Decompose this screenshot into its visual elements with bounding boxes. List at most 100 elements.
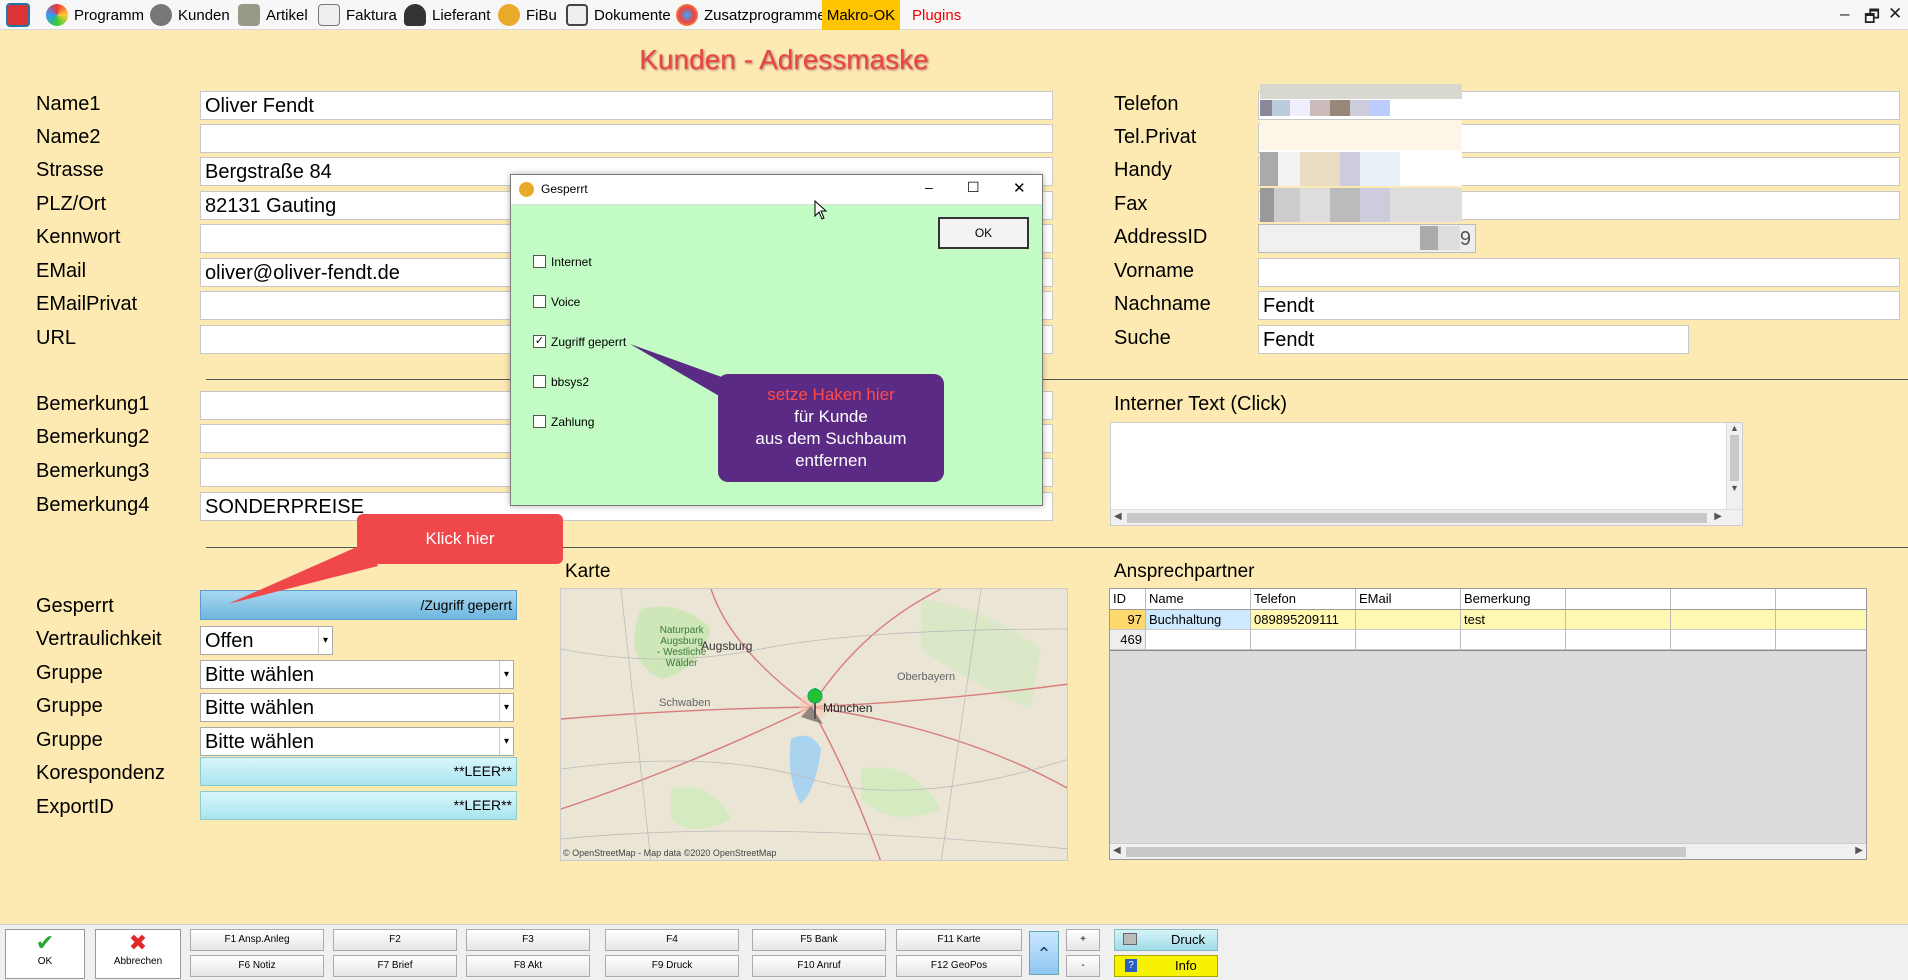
f11-button[interactable]: F11 Karte: [896, 929, 1022, 951]
col-header-telefon[interactable]: Telefon: [1251, 589, 1356, 610]
f8-button[interactable]: F8 Akt: [466, 955, 590, 977]
bottom-toolbar: ✔ OK ✖ Abbrechen F1 Ansp.Anleg F2 F3 F4 …: [0, 924, 1908, 980]
nachname-field[interactable]: Fendt: [1258, 291, 1900, 320]
label-bemerkung2: Bemerkung2: [36, 426, 150, 448]
col-header-id[interactable]: ID: [1110, 589, 1146, 610]
menu-plugins[interactable]: Plugins: [912, 0, 961, 30]
horizontal-scrollbar[interactable]: ◀ ▶: [1110, 843, 1866, 859]
f3-button[interactable]: F3: [466, 929, 590, 951]
table-cell[interactable]: [1146, 630, 1251, 650]
col-header-name[interactable]: Name: [1146, 589, 1251, 610]
menu-faktura[interactable]: Faktura: [318, 0, 397, 30]
close-icon[interactable]: ✕: [1013, 179, 1026, 197]
blurred-handy: [1260, 152, 1462, 186]
menu-artikel[interactable]: Artikel: [238, 0, 308, 30]
minimize-icon[interactable]: –: [925, 179, 933, 195]
vertical-scrollbar[interactable]: ▲ ▼: [1726, 423, 1742, 510]
checkbox-voice[interactable]: [533, 295, 546, 308]
checkbox-internet[interactable]: [533, 255, 546, 268]
druck-button[interactable]: Druck: [1114, 929, 1218, 951]
menu-lieferant[interactable]: Lieferant: [404, 0, 490, 30]
minimize-icon[interactable]: –: [1840, 4, 1849, 24]
menu-fibu[interactable]: FiBu: [498, 0, 557, 30]
gruppe-select-2[interactable]: Bitte wählen ▾: [200, 693, 514, 722]
plus-button[interactable]: +: [1066, 929, 1100, 951]
col-header-empty-1[interactable]: [1566, 589, 1671, 610]
checkbox-bbsys2[interactable]: [533, 375, 546, 388]
menu-kunden[interactable]: Kunden: [150, 0, 230, 30]
col-header-bemerkung[interactable]: Bemerkung: [1461, 589, 1566, 610]
maximize-icon[interactable]: ☐: [967, 179, 980, 196]
f10-button[interactable]: F10 Anruf: [752, 955, 886, 977]
table-cell[interactable]: 089895209111: [1251, 610, 1356, 630]
gruppe-select-3[interactable]: Bitte wählen ▾: [200, 727, 514, 756]
table-cell[interactable]: [1461, 630, 1566, 650]
f9-button[interactable]: F9 Druck: [605, 955, 739, 977]
table-cell[interactable]: [1251, 630, 1356, 650]
f7-button[interactable]: F7 Brief: [333, 955, 457, 977]
label-strasse: Strasse: [36, 159, 104, 181]
chevron-down-icon: ▾: [318, 627, 332, 654]
menu-programm[interactable]: Programm: [46, 0, 144, 30]
minus-button[interactable]: -: [1066, 955, 1100, 977]
f6-button[interactable]: F6 Notiz: [190, 955, 324, 977]
table-cell[interactable]: [1566, 630, 1671, 650]
table-row[interactable]: 469: [1110, 630, 1146, 650]
f4-button[interactable]: F4: [605, 929, 739, 951]
label-fax: Fax: [1114, 193, 1148, 215]
table-cell[interactable]: [1776, 630, 1866, 650]
menu-dokumente[interactable]: Dokumente: [566, 0, 671, 30]
map[interactable]: Naturpark Augsburg - Westliche Wälder Augsb…: [560, 588, 1068, 861]
menu-bar: Programm Kunden Artikel Faktura Lieferan…: [0, 0, 1908, 30]
label-gruppe-3: Gruppe: [36, 729, 103, 751]
label-emailprivat: EMailPrivat: [36, 293, 138, 315]
col-header-email[interactable]: EMail: [1356, 589, 1461, 610]
abbrechen-button[interactable]: ✖ Abbrechen: [95, 929, 181, 979]
dialog-titlebar[interactable]: Gesperrt – ☐ ✕: [511, 175, 1042, 205]
map-attribution[interactable]: © OpenStreetMap - Map data ©2020 OpenStr…: [563, 848, 776, 858]
checkbox-zugriff-geperrt[interactable]: ✓: [533, 335, 546, 348]
col-header-empty-2[interactable]: [1671, 589, 1776, 610]
exportid-button[interactable]: **LEER**: [200, 791, 517, 820]
table-cell[interactable]: [1671, 630, 1776, 650]
dialog-ok-button[interactable]: OK: [938, 217, 1029, 249]
close-icon[interactable]: ✕: [1888, 4, 1902, 24]
interner-text-area[interactable]: ▲ ▼ ◀ ▶: [1110, 422, 1743, 526]
table-cell[interactable]: [1776, 610, 1866, 630]
restore-icon[interactable]: 🗗: [1864, 4, 1880, 33]
dialog-app-icon: [519, 182, 534, 197]
table-cell[interactable]: test: [1461, 610, 1566, 630]
menu-zusatzprogramme[interactable]: Zusatzprogramme: [676, 0, 826, 30]
ok-button[interactable]: ✔ OK: [5, 929, 85, 979]
table-cell[interactable]: [1356, 630, 1461, 650]
menu-makro-ok[interactable]: Makro-OK: [822, 0, 900, 30]
col-header-empty-3[interactable]: [1776, 589, 1866, 610]
info-button[interactable]: ? Info: [1114, 955, 1218, 977]
f5-button[interactable]: F5 Bank: [752, 929, 886, 951]
name1-field[interactable]: Oliver Fendt: [200, 91, 1053, 120]
chevron-down-icon: ▾: [499, 694, 513, 721]
f12-button[interactable]: F12 GeoPos: [896, 955, 1022, 977]
ansprechpartner-table[interactable]: ID Name Telefon EMail Bemerkung 97 Buchh…: [1109, 588, 1867, 860]
checkbox-zahlung[interactable]: [533, 415, 546, 428]
table-cell[interactable]: [1356, 610, 1461, 630]
f2-button[interactable]: F2: [333, 929, 457, 951]
suche-field[interactable]: Fendt: [1258, 325, 1689, 354]
f1-button[interactable]: F1 Ansp.Anleg: [190, 929, 324, 951]
vorname-field[interactable]: [1258, 258, 1900, 287]
horizontal-scrollbar[interactable]: ◀ ▶: [1111, 509, 1742, 525]
dokumente-icon: [566, 4, 588, 26]
label-telprivat: Tel.Privat: [1114, 126, 1197, 148]
table-cell[interactable]: Buchhaltung: [1146, 610, 1251, 630]
collapse-up-icon[interactable]: ⌃: [1029, 931, 1059, 975]
table-cell[interactable]: [1671, 610, 1776, 630]
korespondenz-button[interactable]: **LEER**: [200, 757, 517, 786]
table-cell[interactable]: [1566, 610, 1671, 630]
gruppe-select-1[interactable]: Bitte wählen ▾: [200, 660, 514, 689]
table-row[interactable]: 97: [1110, 610, 1146, 630]
name2-field[interactable]: [200, 124, 1053, 153]
vertraulichkeit-select[interactable]: Offen ▾: [200, 626, 333, 655]
purple-callout-line2: für Kunde: [794, 407, 868, 426]
interner-text-label[interactable]: Interner Text (Click): [1114, 393, 1287, 416]
app-icon[interactable]: [6, 0, 36, 30]
